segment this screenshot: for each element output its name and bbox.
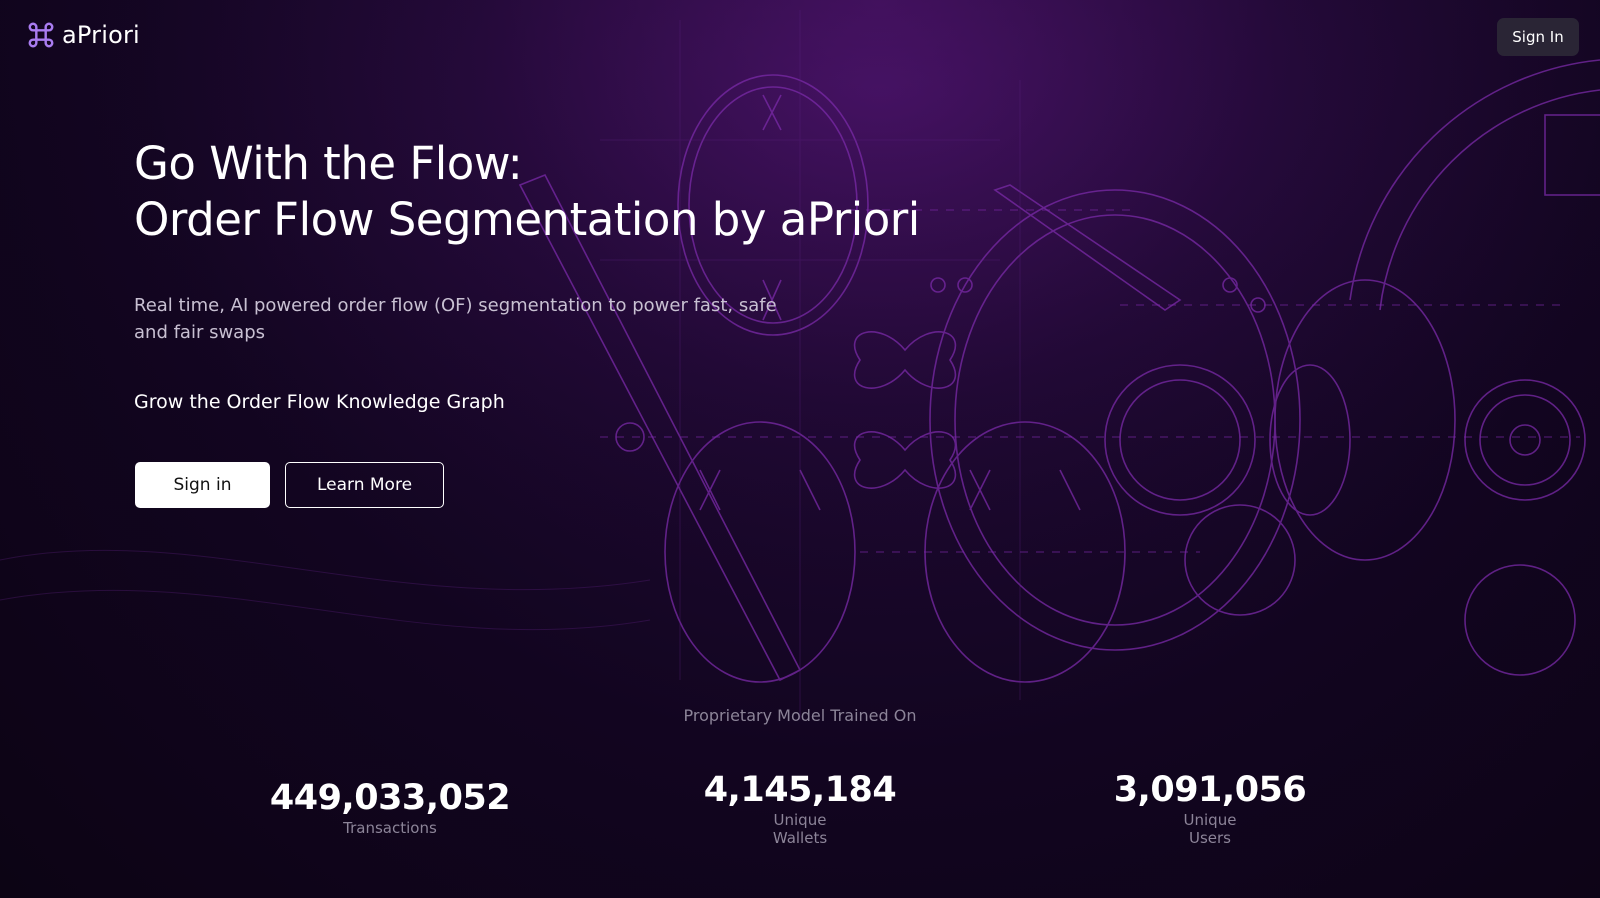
command-key-icon	[28, 22, 54, 48]
stats-caption: Proprietary Model Trained On	[683, 706, 917, 725]
stat-value: 4,145,184	[703, 770, 897, 810]
stat-value: 449,033,052	[269, 778, 511, 818]
stat-label: Transactions	[343, 819, 437, 837]
stat-value: 3,091,056	[1113, 770, 1307, 810]
hero-tagline: Grow the Order Flow Knowledge Graph	[134, 391, 505, 413]
hero-title: Go With the Flow: Order Flow Segmentatio…	[134, 136, 920, 248]
hero-title-line-1: Go With the Flow:	[134, 137, 523, 190]
brand-name: aPriori	[62, 21, 140, 49]
stat-label: Unique Wallets	[772, 811, 828, 847]
nav-sign-in-button[interactable]: Sign In	[1497, 18, 1579, 56]
learn-more-button[interactable]: Learn More	[285, 462, 444, 508]
background-machinery-illustration	[0, 0, 1600, 898]
stat-unique-users: 3,091,056 Unique Users	[1060, 769, 1360, 847]
stat-label: Unique Users	[1183, 811, 1237, 847]
hero-subtitle: Real time, AI powered order flow (OF) se…	[134, 295, 777, 343]
brand-logo[interactable]: aPriori	[26, 20, 140, 50]
hero-title-line-2: Order Flow Segmentation by aPriori	[134, 193, 920, 246]
stat-transactions: 449,033,052 Transactions	[240, 777, 540, 837]
stat-unique-wallets: 4,145,184 Unique Wallets	[650, 769, 950, 847]
sign-in-button[interactable]: Sign in	[135, 462, 270, 508]
